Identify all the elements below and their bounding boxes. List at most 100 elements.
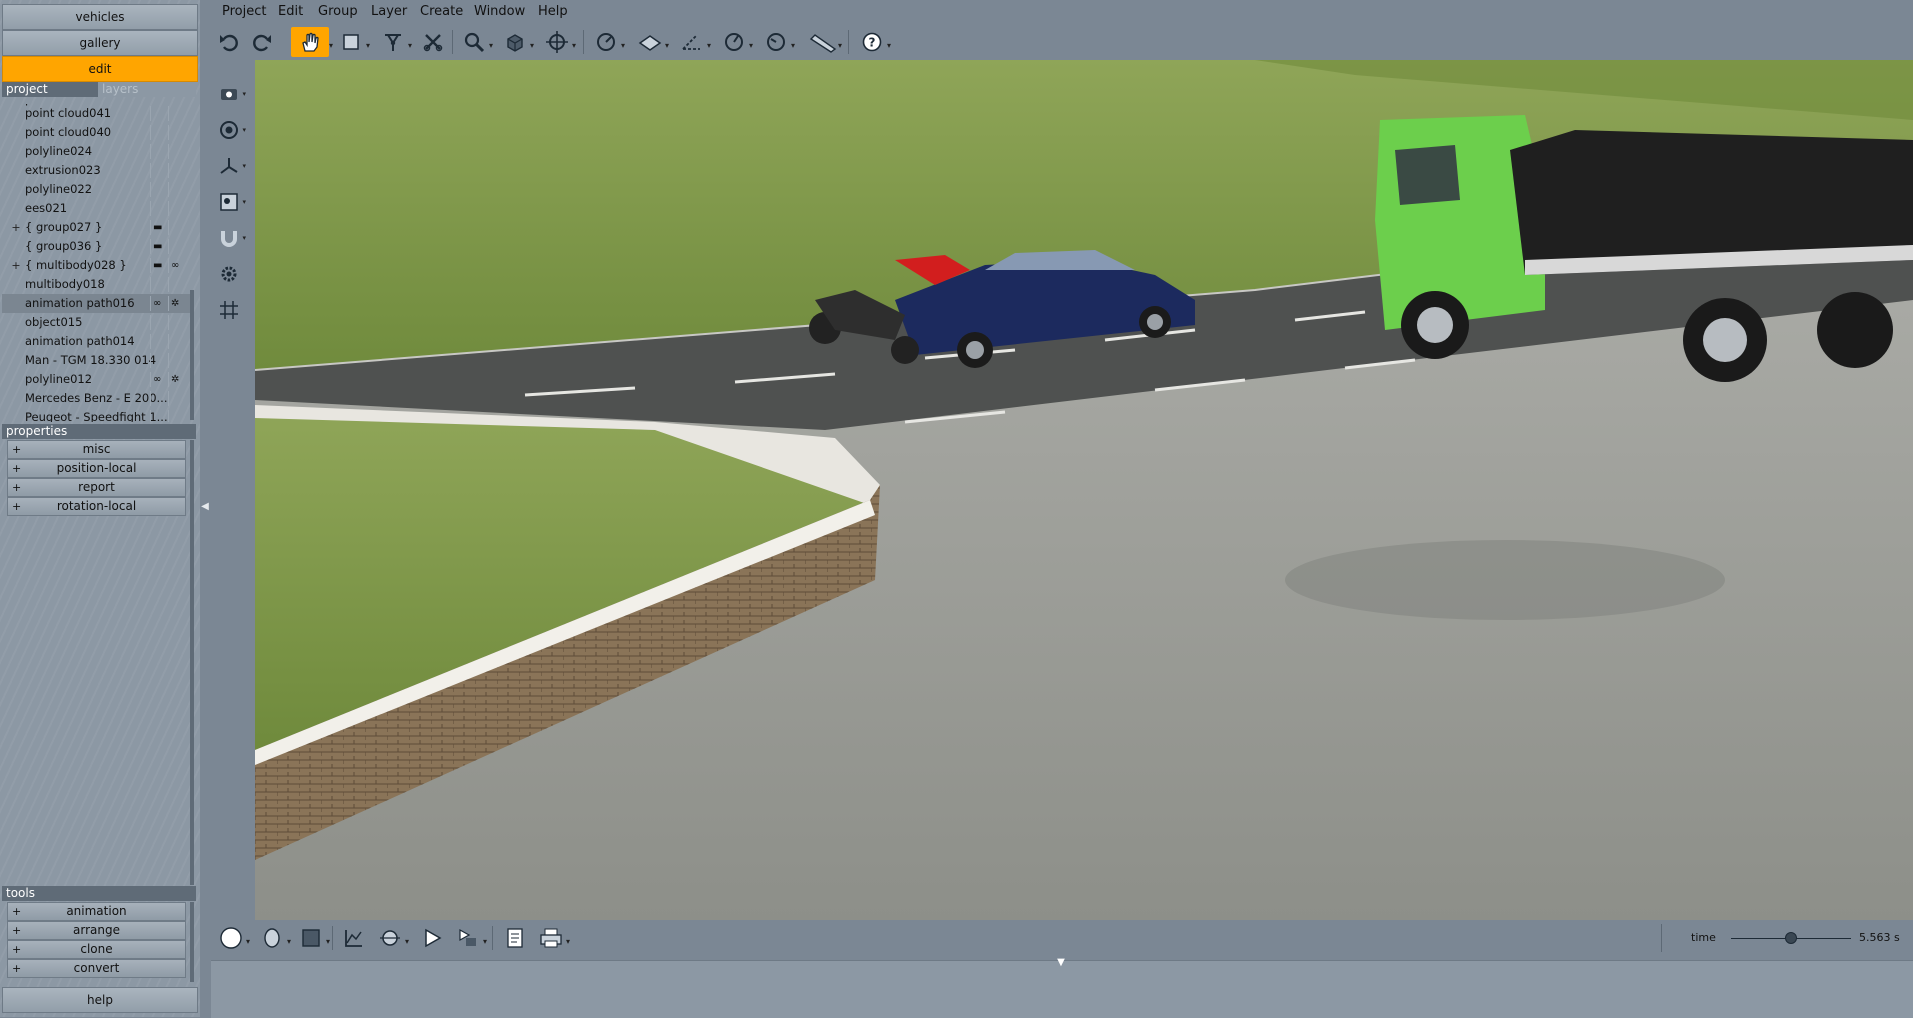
- tree-row[interactable]: point cloud040: [2, 123, 190, 142]
- tree-row[interactable]: Peugeot - Speedfight 1...: [2, 408, 190, 422]
- tool-clone[interactable]: + clone: [7, 940, 186, 959]
- folder-icon: ▬: [153, 222, 163, 233]
- tab-project[interactable]: project: [2, 82, 98, 97]
- node-select-icon[interactable]: ▾: [378, 27, 412, 57]
- folder-icon: ▬: [153, 260, 163, 271]
- property-group-report[interactable]: + report: [7, 478, 186, 497]
- project-panel-header: project layers: [2, 82, 196, 97]
- tool-animation[interactable]: + animation: [7, 902, 186, 921]
- expand-toggle[interactable]: +: [11, 218, 21, 237]
- left-panel: vehicles gallery edit project layers poi…: [0, 0, 200, 1017]
- undo-icon[interactable]: [214, 27, 244, 57]
- angle-measure-icon[interactable]: ▾: [677, 27, 711, 57]
- tools-scrollbar[interactable]: [190, 902, 194, 982]
- time-label: time: [1691, 931, 1716, 944]
- help-icon[interactable]: ? ▾: [857, 27, 891, 57]
- tree-row[interactable]: +{ group027 } ▬: [2, 218, 190, 237]
- ruler-icon[interactable]: ▾: [808, 27, 842, 57]
- selection-rect-icon[interactable]: ▾: [336, 27, 370, 57]
- tree-row[interactable]: { group036 } ▬: [2, 237, 190, 256]
- graph-icon[interactable]: [339, 923, 369, 953]
- gallery-mode-button[interactable]: gallery: [2, 30, 198, 56]
- tree-row[interactable]: extrusion023: [2, 161, 190, 180]
- photo-icon[interactable]: ▾: [213, 188, 246, 216]
- properties-scrollbar[interactable]: [190, 440, 194, 885]
- move-center-icon[interactable]: ▾: [542, 27, 576, 57]
- menu-edit[interactable]: Edit: [278, 4, 303, 19]
- print-icon[interactable]: ▾: [536, 923, 570, 953]
- tree-row[interactable]: multibody018: [2, 275, 190, 294]
- collapse-panel-icon[interactable]: ◀: [200, 495, 210, 519]
- menu-help[interactable]: Help: [538, 4, 568, 19]
- property-group-position-local[interactable]: + position-local: [7, 459, 186, 478]
- camera-path-icon[interactable]: ▾: [375, 923, 409, 953]
- vehicles-mode-button[interactable]: vehicles: [2, 4, 198, 30]
- main-toolbar: ▾ ▾ ▾ ▾ ▾ ▾ ▾ ▾ ▾ ▾ ▾ ▾ ? ▾: [211, 24, 1913, 60]
- box-view-icon[interactable]: ▾: [500, 27, 534, 57]
- scene-render: [255, 60, 1913, 920]
- tree-row[interactable]: animation path014: [2, 332, 190, 351]
- axis-icon[interactable]: ▾: [213, 152, 246, 180]
- tool-convert[interactable]: + convert: [7, 959, 186, 978]
- tree-row[interactable]: Mercedes Benz - E 200...: [2, 389, 190, 408]
- tab-layers[interactable]: layers: [98, 82, 196, 97]
- magnet-icon[interactable]: ▾: [213, 224, 246, 252]
- head-icon[interactable]: ▾: [257, 923, 291, 953]
- tree-row[interactable]: Man - TGM 18.330 014: [2, 351, 190, 370]
- zoom-icon[interactable]: ▾: [459, 27, 493, 57]
- tree-row[interactable]: +{ multibody028 } ▬ ∞: [2, 256, 190, 275]
- tree-row[interactable]: polyline012 ∞ ✲: [2, 370, 190, 389]
- plane-tool-icon[interactable]: ▾: [635, 27, 669, 57]
- menu-window[interactable]: Window: [474, 4, 525, 19]
- gear-icon: ✲: [171, 298, 180, 309]
- tree-row[interactable]: polyline024: [2, 142, 190, 161]
- hand-pan-icon[interactable]: ▾: [291, 27, 333, 57]
- help-button[interactable]: help: [2, 987, 198, 1013]
- 3d-viewport[interactable]: [255, 60, 1913, 920]
- target-icon[interactable]: ▾: [213, 116, 246, 144]
- expand-toggle[interactable]: +: [11, 256, 21, 275]
- menu-group[interactable]: Group: [318, 4, 358, 19]
- link-icon: ∞: [171, 260, 180, 271]
- menu-bar: Project Edit Group Layer Create Window H…: [211, 0, 1913, 24]
- property-group-rotation-local[interactable]: + rotation-local: [7, 497, 186, 516]
- project-tree: point cloud042 point cloud041 point clou…: [2, 104, 190, 422]
- folder-icon: ▬: [153, 241, 163, 252]
- tree-row[interactable]: point cloud041: [2, 104, 190, 123]
- expand-panel-icon[interactable]: ▼: [1053, 958, 1069, 968]
- menu-create[interactable]: Create: [420, 4, 463, 19]
- properties-header: properties: [2, 424, 196, 439]
- step-play-icon[interactable]: ▾: [453, 923, 487, 953]
- cut-tool-icon[interactable]: [418, 27, 448, 57]
- tool-arrange[interactable]: + arrange: [7, 921, 186, 940]
- play-icon[interactable]: [417, 923, 447, 953]
- camera-icon[interactable]: ▾: [213, 80, 246, 108]
- toolbar-separator: [848, 30, 849, 54]
- property-group-misc[interactable]: + misc: [7, 440, 186, 459]
- settings-icon[interactable]: [213, 260, 245, 288]
- tree-row[interactable]: object015: [2, 313, 190, 332]
- tree-row[interactable]: polyline022: [2, 180, 190, 199]
- time-slider-thumb[interactable]: [1785, 932, 1797, 944]
- tree-row-selected[interactable]: animation path016 ∞ ✲: [2, 294, 190, 313]
- frame-rect-icon[interactable]: ▾: [296, 923, 330, 953]
- toolbar-separator: [492, 926, 493, 950]
- tree-scrollbar[interactable]: [190, 290, 194, 420]
- menu-project[interactable]: Project: [222, 4, 266, 19]
- grid-icon[interactable]: [213, 296, 245, 324]
- edit-mode-button[interactable]: edit: [2, 56, 198, 82]
- toolbar-separator: [332, 926, 333, 950]
- toolbar-separator: [583, 30, 584, 54]
- link-icon: ∞: [153, 298, 162, 309]
- svg-text:?: ?: [869, 36, 876, 50]
- timeline-toolbar: ▾ ▾ ▾ ▾ ▾ ▾ time 5.563 s: [211, 920, 1913, 956]
- menu-layer[interactable]: Layer: [371, 4, 407, 19]
- time-value: 5.563 s: [1859, 931, 1900, 944]
- tree-row[interactable]: ees021: [2, 199, 190, 218]
- document-icon[interactable]: [500, 923, 530, 953]
- dial-gauge-icon[interactable]: ▾: [719, 27, 753, 57]
- measure-gauge-icon[interactable]: ▾: [591, 27, 625, 57]
- speed-gauge-icon[interactable]: ▾: [761, 27, 795, 57]
- record-circle-icon[interactable]: ▾: [216, 923, 250, 953]
- redo-icon[interactable]: [247, 27, 277, 57]
